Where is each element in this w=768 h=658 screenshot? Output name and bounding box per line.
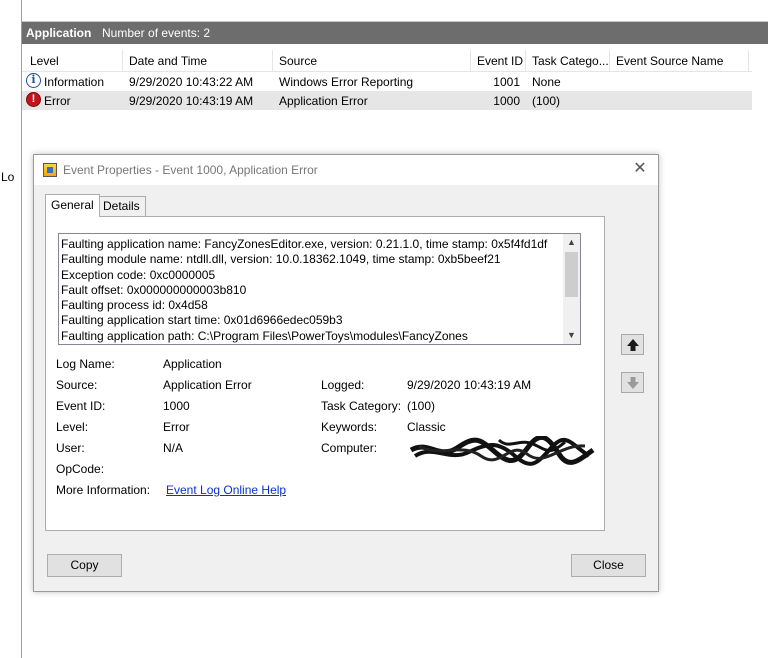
up-arrow-icon	[627, 339, 639, 351]
event-properties-dialog: Event Properties - Event 1000, Applicati…	[33, 154, 659, 592]
close-button[interactable]: Close	[571, 554, 646, 577]
logged-value: 9/29/2020 10:43:19 AM	[407, 378, 532, 392]
left-panel-text: Lo	[1, 170, 15, 184]
scroll-up-icon[interactable]: ▲	[563, 234, 580, 251]
dialog-title: Event Properties - Event 1000, Applicati…	[63, 163, 318, 177]
column-header-date[interactable]: Date and Time	[129, 54, 207, 68]
description-line: Faulting application path: C:\Program Fi…	[61, 328, 468, 343]
row-event-id: 1000	[493, 94, 520, 108]
row-date: 9/29/2020 10:43:19 AM	[129, 94, 254, 108]
event-grid: Level Date and Time Source Event ID Task…	[22, 50, 752, 110]
column-header-event-source-name[interactable]: Event Source Name	[616, 54, 723, 68]
column-header-level[interactable]: Level	[30, 54, 59, 68]
error-icon: !	[26, 92, 41, 107]
description-line: Fault offset: 0x000000000003b810	[61, 282, 247, 297]
source-label: Source:	[56, 378, 98, 392]
close-icon[interactable]: ✕	[630, 159, 650, 179]
event-description-box[interactable]: Faulting application name: FancyZonesEdi…	[58, 233, 581, 345]
event-count: Number of events: 2	[102, 26, 211, 40]
row-task: (100)	[532, 94, 561, 108]
information-icon: i	[26, 73, 41, 88]
opcode-label: OpCode:	[56, 462, 105, 476]
row-level: Information	[44, 75, 105, 89]
redacted-computer-scribble	[409, 436, 595, 466]
description-line: Faulting application name: FancyZonesEdi…	[61, 237, 548, 251]
level-label: Level:	[56, 420, 89, 434]
description-line: Faulting process id: 0x4d58	[61, 298, 208, 313]
event-list-header: Application Number of events: 2	[22, 22, 768, 44]
log-title: Application	[26, 26, 92, 40]
log-name-label: Log Name:	[56, 357, 115, 371]
event-log-online-help-link[interactable]: Event Log Online Help	[166, 483, 286, 497]
next-event-button[interactable]	[621, 372, 644, 393]
column-header-task-category[interactable]: Task Catego...	[532, 54, 610, 68]
task-category-label: Task Category:	[321, 399, 402, 413]
description-line: Faulting application start time: 0x01d69…	[61, 313, 343, 328]
task-category-value: (100)	[407, 399, 436, 413]
scrollbar-thumb[interactable]	[565, 252, 578, 297]
computer-label: Computer:	[321, 441, 378, 455]
description-line: Exception code: 0xc0000005	[61, 267, 216, 282]
description-scrollbar[interactable]: ▲ ▼	[563, 234, 580, 344]
more-info-label: More Information:	[56, 483, 151, 497]
row-task: None	[532, 75, 561, 89]
table-row[interactable]: i Information 9/29/2020 10:43:22 AM Wind…	[22, 72, 752, 91]
column-header-event-id[interactable]: Event ID	[477, 54, 523, 68]
column-header-source[interactable]: Source	[279, 54, 317, 68]
event-description: Faulting application name: FancyZonesEdi…	[61, 237, 561, 344]
event-viewer-icon	[43, 163, 57, 177]
source-value: Application Error	[163, 378, 252, 392]
row-date: 9/29/2020 10:43:22 AM	[129, 75, 254, 89]
description-line: Faulting module name: ntdll.dll, version…	[61, 252, 501, 267]
level-value: Error	[163, 420, 190, 434]
scroll-down-icon[interactable]: ▼	[563, 327, 580, 344]
down-arrow-icon	[627, 377, 639, 389]
copy-button[interactable]: Copy	[47, 554, 122, 577]
event-id-label: Event ID:	[56, 399, 106, 413]
event-id-value: 1000	[163, 399, 190, 413]
row-source: Application Error	[279, 94, 368, 108]
previous-event-button[interactable]	[621, 334, 644, 355]
tab-general[interactable]: General	[45, 194, 100, 217]
user-label: User:	[56, 441, 85, 455]
keywords-label: Keywords:	[321, 420, 378, 434]
row-event-id: 1001	[493, 75, 520, 89]
row-source: Windows Error Reporting	[279, 75, 414, 89]
keywords-value: Classic	[407, 420, 446, 434]
left-panel: Lo	[0, 0, 22, 658]
general-tab-panel: Faulting application name: FancyZonesEdi…	[45, 216, 605, 531]
logged-label: Logged:	[321, 378, 365, 392]
log-name-value: Application	[163, 357, 222, 371]
grid-column-headers: Level Date and Time Source Event ID Task…	[22, 50, 752, 72]
row-level: Error	[44, 94, 71, 108]
top-toolbar-area	[22, 0, 768, 22]
user-value: N/A	[163, 441, 184, 455]
tab-details[interactable]: Details	[97, 196, 146, 216]
dialog-titlebar[interactable]: Event Properties - Event 1000, Applicati…	[34, 155, 658, 185]
table-row[interactable]: ! Error 9/29/2020 10:43:19 AM Applicatio…	[22, 91, 752, 110]
